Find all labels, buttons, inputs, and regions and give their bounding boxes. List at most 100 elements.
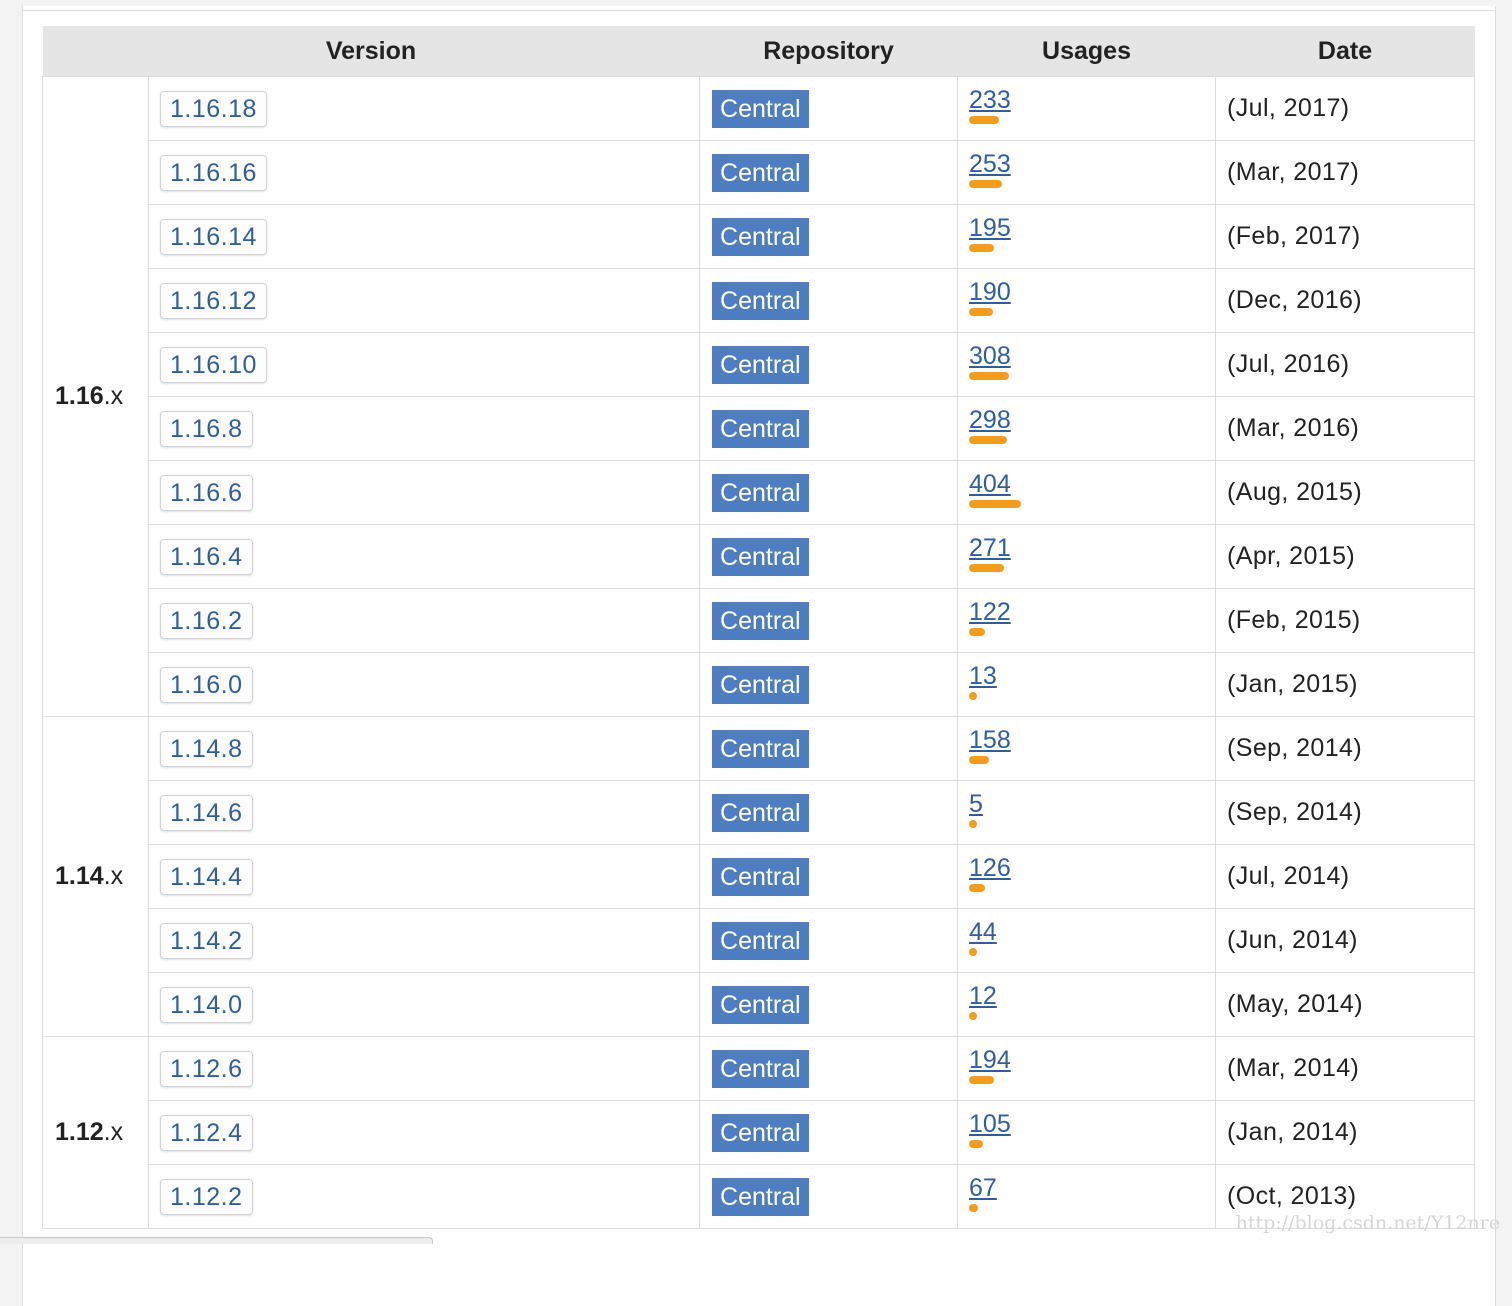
version-link[interactable]: 1.16.4 [160, 538, 253, 575]
version-link[interactable]: 1.16.10 [160, 346, 267, 383]
usage-bar [969, 116, 1000, 124]
usages-link[interactable]: 404 [969, 471, 1215, 497]
version-link[interactable]: 1.16.6 [160, 474, 253, 511]
repository-badge[interactable]: Central [712, 921, 809, 960]
version-link[interactable]: 1.14.4 [160, 858, 253, 895]
usages-cell: 308 [957, 332, 1217, 397]
usage-bar [969, 820, 978, 828]
table-row: 1.14.4 Central 126 (Jul, 2014) [43, 844, 1476, 909]
version-link[interactable]: 1.12.6 [160, 1050, 253, 1087]
usages-cell: 253 [957, 140, 1217, 205]
version-link[interactable]: 1.14.0 [160, 986, 253, 1023]
repository-badge[interactable]: Central [712, 857, 809, 896]
versions-table: Version Repository Usages Date 1.16.x 1.1… [42, 26, 1476, 1229]
repository-badge[interactable]: Central [712, 793, 809, 832]
repository-badge[interactable]: Central [712, 1113, 809, 1152]
repository-cell: Central [699, 844, 959, 909]
version-cell: 1.16.2 [147, 588, 701, 653]
repository-badge[interactable]: Central [712, 217, 809, 256]
repository-badge[interactable]: Central [712, 409, 809, 448]
usages-link[interactable]: 5 [969, 791, 1215, 817]
version-cell: 1.14.4 [147, 844, 701, 909]
usages-link[interactable]: 253 [969, 151, 1215, 177]
usages-link[interactable]: 233 [969, 87, 1215, 113]
repository-cell: Central [699, 396, 959, 461]
table-row: 1.12.x 1.12.6 Central 194 (Mar, 2014) [42, 1036, 1476, 1229]
repository-badge[interactable]: Central [712, 537, 809, 576]
version-link[interactable]: 1.16.8 [160, 410, 253, 447]
usages-cell: 122 [957, 588, 1217, 653]
horizontal-scrollbar[interactable] [0, 1237, 433, 1244]
usages-link[interactable]: 67 [969, 1175, 1215, 1201]
version-cell: 1.14.0 [147, 972, 701, 1037]
repository-badge[interactable]: Central [712, 729, 809, 768]
date-cell: (Sep, 2014) [1215, 780, 1476, 845]
version-link[interactable]: 1.16.12 [160, 282, 267, 319]
date-cell: (Sep, 2014) [1215, 716, 1476, 781]
repository-badge[interactable]: Central [712, 601, 809, 640]
watermark: http://blog.csdn.net/Y12nre [1235, 1212, 1500, 1234]
usages-cell: 67 [957, 1164, 1217, 1229]
group-major: 1.16 [55, 382, 104, 410]
usages-link[interactable]: 190 [969, 279, 1215, 305]
repository-cell: Central [699, 140, 959, 205]
usages-cell: 5 [957, 780, 1217, 845]
usages-link[interactable]: 44 [969, 919, 1215, 945]
group-major: 1.14 [55, 862, 104, 890]
version-link[interactable]: 1.14.6 [160, 794, 253, 831]
usages-link[interactable]: 308 [969, 343, 1215, 369]
usages-link[interactable]: 13 [969, 663, 1215, 689]
version-cell: 1.16.12 [147, 268, 701, 333]
group-suffix: .x [103, 382, 124, 410]
usages-link[interactable]: 194 [969, 1047, 1215, 1073]
usages-link[interactable]: 122 [969, 599, 1215, 625]
repository-badge[interactable]: Central [712, 1177, 809, 1216]
repository-cell: Central [699, 268, 959, 333]
repository-cell: Central [699, 1164, 959, 1229]
date-cell: (Dec, 2016) [1215, 268, 1476, 333]
repository-badge[interactable]: Central [712, 473, 809, 512]
usages-link[interactable]: 105 [969, 1111, 1215, 1137]
repository-badge[interactable]: Central [712, 1049, 809, 1088]
date-cell: (Mar, 2014) [1215, 1036, 1476, 1101]
repository-badge[interactable]: Central [712, 665, 809, 704]
version-link[interactable]: 1.16.16 [160, 154, 267, 191]
repository-badge[interactable]: Central [712, 153, 809, 192]
table-row: 1.16.14 Central 195 (Feb, 2017) [43, 204, 1476, 269]
version-cell: 1.16.10 [147, 332, 701, 397]
version-link[interactable]: 1.14.2 [160, 922, 253, 959]
table-row: 1.16.12 Central 190 (Dec, 2016) [43, 268, 1476, 333]
version-link[interactable]: 1.16.18 [160, 90, 267, 127]
repository-badge[interactable]: Central [712, 345, 809, 384]
repository-cell: Central [699, 588, 959, 653]
repository-badge[interactable]: Central [712, 281, 809, 320]
version-cell: 1.16.8 [147, 396, 701, 461]
version-cell: 1.16.0 [147, 652, 701, 717]
header-version: Version [42, 26, 700, 77]
version-link[interactable]: 1.12.4 [160, 1114, 253, 1151]
usages-link[interactable]: 298 [969, 407, 1215, 433]
version-link[interactable]: 1.12.2 [160, 1178, 253, 1215]
table-row: 1.16.x 1.16.18 Central 233 (Jul, 2017) [42, 76, 1476, 717]
version-cell: 1.16.6 [147, 460, 701, 525]
usages-link[interactable]: 271 [969, 535, 1215, 561]
version-cell: 1.14.6 [147, 780, 701, 845]
version-cell: 1.16.18 [147, 76, 701, 141]
usages-link[interactable]: 126 [969, 855, 1215, 881]
version-cell: 1.14.8 [147, 716, 701, 781]
version-link[interactable]: 1.16.14 [160, 218, 267, 255]
version-cell: 1.16.16 [147, 140, 701, 205]
usages-link[interactable]: 158 [969, 727, 1215, 753]
version-link[interactable]: 1.16.2 [160, 602, 253, 639]
date-cell: (Jun, 2014) [1215, 908, 1476, 973]
table-row: 1.14.2 Central 44 (Jun, 2014) [43, 908, 1476, 973]
repository-badge[interactable]: Central [712, 985, 809, 1024]
usages-link[interactable]: 12 [969, 983, 1215, 1009]
table-row: 1.14.x 1.14.8 Central 158 (Sep, 2014) [42, 716, 1476, 1037]
usage-bar [969, 884, 986, 892]
repository-badge[interactable]: Central [712, 89, 809, 128]
version-link[interactable]: 1.14.8 [160, 730, 253, 767]
usages-link[interactable]: 195 [969, 215, 1215, 241]
version-cell: 1.12.4 [147, 1100, 701, 1165]
version-link[interactable]: 1.16.0 [160, 666, 253, 703]
